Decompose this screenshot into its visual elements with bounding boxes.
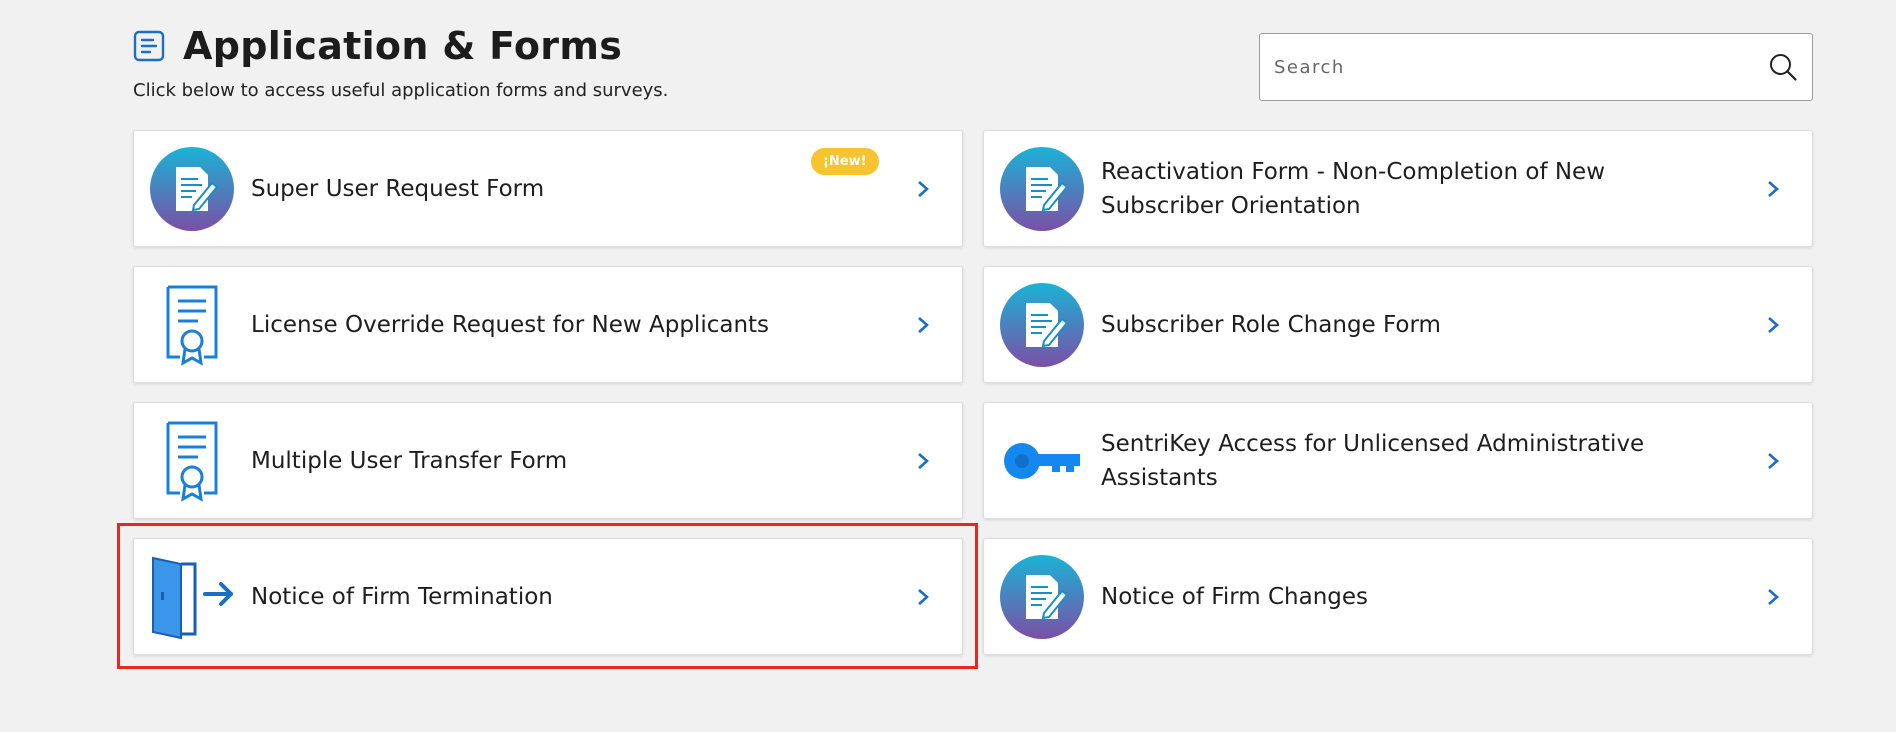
forms-grid: Super User Request Form ¡New! Reactivati… [133,130,1813,655]
chevron-right-icon [918,316,929,333]
form-card-label: Super User Request Form [251,175,545,202]
search-box[interactable] [1259,33,1813,101]
form-card-license-override[interactable]: License Override Request for New Applica… [133,266,963,383]
chevron-right-icon [918,588,929,605]
chevron-right-icon [1768,316,1779,333]
form-list-icon [133,30,165,62]
form-card-firm-changes[interactable]: Notice of Firm Changes [983,538,1813,655]
chevron-right-icon [1768,588,1779,605]
chevron-right-icon [1768,452,1779,469]
form-card-super-user-request[interactable]: Super User Request Form ¡New! [133,130,963,247]
page-subtitle: Click below to access useful application… [133,80,669,101]
form-card-label: SentriKey Access for Unlicensed Administ… [1101,430,1645,491]
form-card-multiple-user-transfer[interactable]: Multiple User Transfer Form [133,402,963,519]
chevron-right-icon [1768,180,1779,197]
form-card-label: Subscriber Role Change Form [1101,311,1441,338]
document-edit-icon [999,282,1085,368]
page-header: Application & Forms Click below to acces… [133,24,668,101]
document-edit-icon [149,146,235,232]
form-card-label: License Override Request for New Applica… [251,311,770,338]
form-card-label: Multiple User Transfer Form [251,447,568,474]
key-icon [999,418,1085,504]
form-card-firm-termination[interactable]: Notice of Firm Termination [133,538,963,655]
form-card-label: Notice of Firm Changes [1101,583,1369,610]
page-title: Application & Forms [183,24,623,68]
door-exit-icon [149,554,235,640]
document-edit-icon [999,146,1085,232]
form-card-label: Reactivation Form - Non-Completion of Ne… [1101,158,1606,219]
document-edit-icon [999,554,1085,640]
chevron-right-icon [918,180,929,197]
search-input[interactable] [1274,56,1768,78]
certificate-icon [149,418,235,504]
search-icon[interactable] [1768,52,1798,82]
new-badge: ¡New! [811,148,879,175]
form-card-reactivation[interactable]: Reactivation Form - Non-Completion of Ne… [983,130,1813,247]
form-card-role-change[interactable]: Subscriber Role Change Form [983,266,1813,383]
certificate-icon [149,282,235,368]
form-card-label: Notice of Firm Termination [251,583,553,610]
form-card-sentrikey-access[interactable]: SentriKey Access for Unlicensed Administ… [983,402,1813,519]
chevron-right-icon [918,452,929,469]
